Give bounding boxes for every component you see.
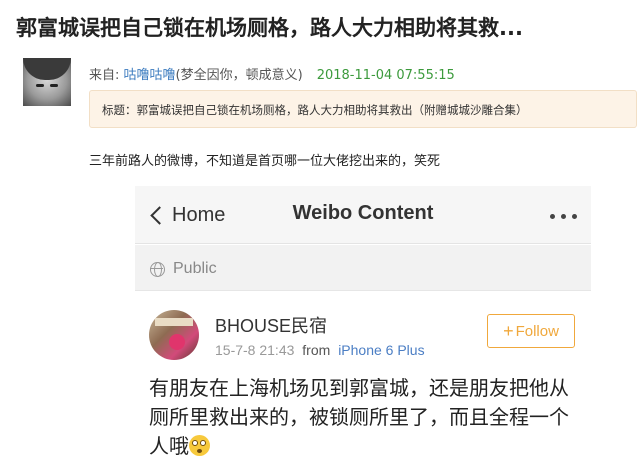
avatar-eye	[36, 84, 44, 87]
follow-button[interactable]: + Follow	[487, 314, 575, 348]
from-label: 来自:	[89, 68, 124, 83]
globe-icon	[150, 262, 165, 277]
post-time: 15-7-8 21:43	[215, 342, 295, 358]
post-title[interactable]: 郭富城误把自己锁在机场厕格，路人大力相助将其救...	[16, 14, 628, 42]
weibo-content-text: 有朋友在上海机场见到郭富城，还是朋友把他从厕所里救出来的，被锁厕所里了，而且全程…	[149, 376, 569, 457]
dot	[550, 214, 555, 219]
author-link[interactable]: 咕噜咕噜	[124, 68, 176, 83]
avatar-flower	[169, 334, 185, 350]
post-body: 三年前路人的微博，不知道是首页哪一位大佬挖出来的，笑死	[89, 154, 441, 169]
weibo-post-card: BHOUSE民宿 15-7-8 21:43 from iPhone 6 Plus…	[135, 292, 591, 457]
post-meta: 来自: 咕噜咕噜(梦全因你，顿成意义) 2018-11-04 07:55:15	[89, 64, 455, 83]
title-notice: 标题：郭富城误把自己锁在机场厕格，路人大力相助将其救出（附赠城城沙雕合集）	[89, 90, 637, 128]
dot	[561, 214, 566, 219]
follow-label: Follow	[515, 322, 559, 340]
username[interactable]: BHOUSE民宿	[215, 312, 327, 338]
from-word: from	[302, 342, 331, 358]
flushed-face-emoji-icon	[189, 435, 210, 456]
post-date: 2018-11-04 07:55:15	[316, 68, 455, 83]
avatar-shelf	[155, 318, 193, 326]
visibility-row: Public	[135, 245, 591, 291]
more-dots-icon[interactable]	[550, 214, 577, 219]
post-meta-line: 15-7-8 21:43 from iPhone 6 Plus	[215, 342, 425, 358]
dot	[572, 214, 577, 219]
author-note: (梦全因你，顿成意义)	[175, 68, 303, 83]
avatar-hair	[23, 58, 71, 80]
weibo-content: 有朋友在上海机场见到郭富城，还是朋友把他从厕所里救出来的，被锁厕所里了，而且全程…	[149, 374, 579, 457]
weibo-screenshot: Home Weibo Content Public BHOUSE民宿 15-7-…	[135, 186, 591, 457]
author-avatar[interactable]	[23, 58, 71, 106]
avatar-eye	[50, 84, 58, 87]
nav-title: Weibo Content	[292, 202, 434, 224]
device-link[interactable]: iPhone 6 Plus	[338, 342, 424, 358]
user-avatar[interactable]	[149, 310, 199, 360]
plus-icon: +	[503, 320, 514, 341]
visibility-label: Public	[173, 260, 217, 277]
weibo-navbar: Home Weibo Content	[135, 186, 591, 244]
